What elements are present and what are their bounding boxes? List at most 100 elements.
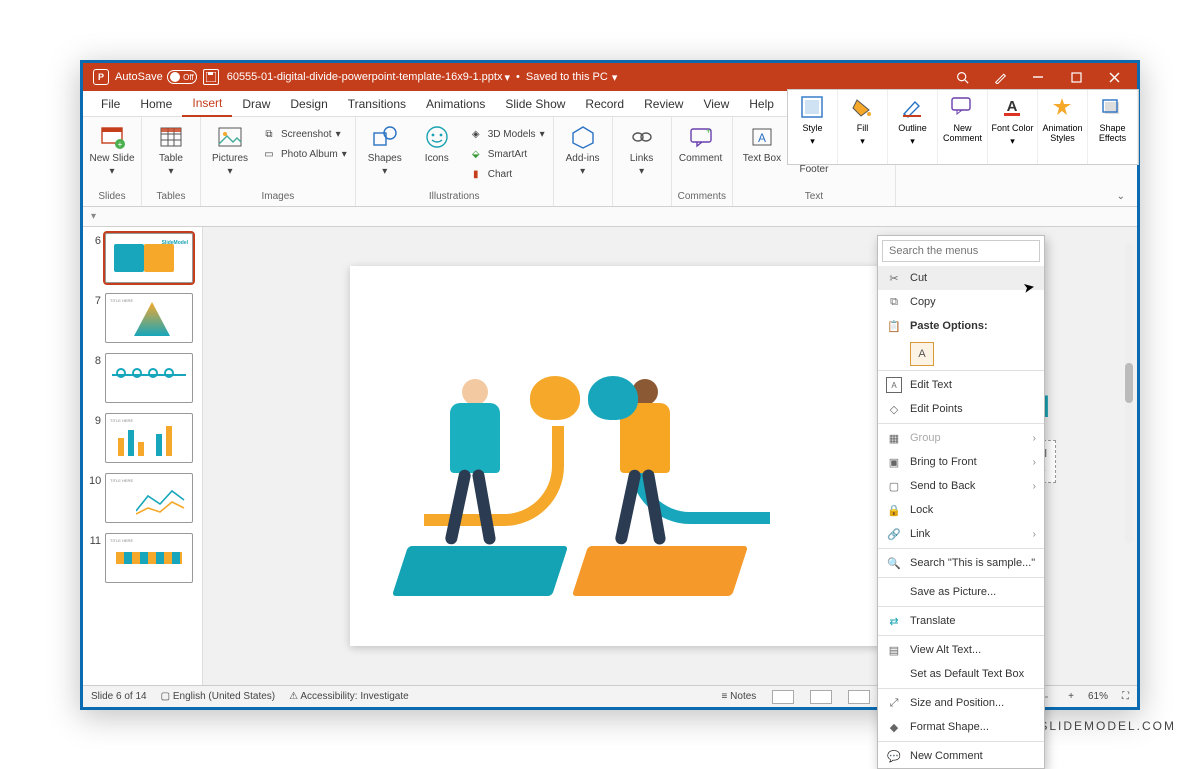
reading-view-button[interactable] — [848, 690, 870, 704]
textbox-icon: A — [748, 123, 776, 151]
menu-format-shape[interactable]: ◆Format Shape... — [878, 715, 1044, 739]
tab-home[interactable]: Home — [130, 91, 182, 117]
cut-icon: ✂ — [886, 270, 902, 286]
table-button[interactable]: Table▾ — [148, 121, 194, 189]
font-color-button[interactable]: AFont Color▾ — [988, 90, 1038, 164]
links-button[interactable]: Links▾ — [619, 121, 665, 189]
outline-icon — [901, 96, 925, 120]
menu-cut[interactable]: ✂Cut — [878, 266, 1044, 290]
animation-styles-button[interactable]: Animation Styles — [1038, 90, 1088, 164]
menu-translate[interactable]: ⇄Translate — [878, 609, 1044, 633]
notes-button[interactable]: ≡ Notes — [722, 691, 757, 702]
pen-icon[interactable] — [981, 63, 1019, 91]
cube-icon: ◈ — [468, 126, 484, 142]
menu-set-default-textbox[interactable]: Set as Default Text Box — [878, 662, 1044, 686]
mini-toolbar: Style▾ Fill▾ Outline▾ New Comment AFont … — [787, 89, 1139, 165]
tab-design[interactable]: Design — [280, 91, 337, 117]
new-comment-icon — [951, 96, 975, 120]
style-icon — [801, 96, 825, 120]
menu-group: ▦Group› — [878, 426, 1044, 450]
menu-smart-search[interactable]: 🔍Search "This is sample..." — [878, 551, 1044, 575]
icons-button[interactable]: Icons — [414, 121, 460, 189]
menu-link[interactable]: 🔗Link› — [878, 522, 1044, 546]
maximize-button[interactable] — [1057, 63, 1095, 91]
thumbnail-9[interactable]: TITLE HERE — [105, 413, 193, 463]
pictures-button[interactable]: Pictures▾ — [207, 121, 253, 189]
thumbnail-7[interactable]: TITLE HERE — [105, 293, 193, 343]
slide-count[interactable]: Slide 6 of 14 — [91, 691, 147, 702]
bring-front-icon: ▣ — [886, 454, 902, 470]
tab-draw[interactable]: Draw — [232, 91, 280, 117]
menu-size-position[interactable]: ⤢Size and Position... — [878, 691, 1044, 715]
tab-view[interactable]: View — [693, 91, 739, 117]
search-icon[interactable] — [943, 63, 981, 91]
vertical-scrollbar[interactable] — [1125, 243, 1133, 543]
menu-edit-points[interactable]: ◇Edit Points — [878, 397, 1044, 421]
tab-help[interactable]: Help — [739, 91, 784, 117]
comment-button[interactable]: + Comment — [678, 121, 724, 189]
tab-review[interactable]: Review — [634, 91, 693, 117]
screenshot-button[interactable]: ⧉Screenshot ▾ — [259, 125, 349, 143]
fill-button[interactable]: Fill▾ — [838, 90, 888, 164]
link-icon — [628, 123, 656, 151]
menu-copy[interactable]: ⧉Copy — [878, 290, 1044, 314]
thumbnail-10[interactable]: TITLE HERE — [105, 473, 193, 523]
shape-effects-button[interactable]: Shape Effects — [1088, 90, 1138, 164]
smartart-icon: ⬙ — [468, 146, 484, 162]
autosave-pill[interactable]: Off — [167, 70, 197, 84]
lock-icon: 🔒 — [886, 502, 902, 518]
language-status[interactable]: ▢ English (United States) — [161, 691, 276, 702]
style-button[interactable]: Style▾ — [788, 90, 838, 164]
tab-insert[interactable]: Insert — [182, 91, 232, 117]
new-comment-button[interactable]: New Comment — [938, 90, 988, 164]
save-icon[interactable] — [203, 69, 219, 85]
thumbnail-8[interactable] — [105, 353, 193, 403]
photo-album-button[interactable]: ▭Photo Album ▾ — [259, 145, 349, 163]
autosave-toggle[interactable]: AutoSave Off — [115, 70, 197, 84]
addins-icon — [569, 123, 597, 151]
tab-file[interactable]: File — [91, 91, 130, 117]
sorter-view-button[interactable] — [810, 690, 832, 704]
zoom-in-button[interactable]: + — [1068, 691, 1074, 702]
menu-edit-text[interactable]: AEdit Text — [878, 373, 1044, 397]
normal-view-button[interactable] — [772, 690, 794, 704]
3d-models-button[interactable]: ◈3D Models ▾ — [466, 125, 547, 143]
menu-save-as-picture[interactable]: Save as Picture... — [878, 580, 1044, 604]
group-comments-label: Comments — [678, 189, 726, 206]
chart-button[interactable]: ▮Chart — [466, 165, 547, 183]
fit-to-window-button[interactable]: ⛶ — [1122, 691, 1129, 702]
tab-slideshow[interactable]: Slide Show — [495, 91, 575, 117]
new-slide-button[interactable]: + New Slide▾ — [89, 121, 135, 189]
ribbon-sub-row: ▾ — [83, 207, 1137, 227]
text-box-button[interactable]: A Text Box — [739, 121, 785, 189]
tab-animations[interactable]: Animations — [416, 91, 495, 117]
paste-keep-text-icon[interactable]: A — [910, 342, 934, 366]
format-shape-icon: ◆ — [886, 719, 902, 735]
smartart-button[interactable]: ⬙SmartArt — [466, 145, 547, 163]
menu-lock[interactable]: 🔒Lock — [878, 498, 1044, 522]
menu-bring-to-front[interactable]: ▣Bring to Front› — [878, 450, 1044, 474]
thumbnail-11[interactable]: TITLE HERE — [105, 533, 193, 583]
addins-button[interactable]: Add-ins▾ — [560, 121, 606, 189]
menu-send-to-back[interactable]: ▢Send to Back› — [878, 474, 1044, 498]
outline-button[interactable]: Outline▾ — [888, 90, 938, 164]
minimize-button[interactable] — [1019, 63, 1057, 91]
accessibility-status[interactable]: ⚠ Accessibility: Investigate — [289, 691, 409, 702]
slide-thumbnail-pane[interactable]: 6SlideModel 7TITLE HERE 8 9TITLE HERE 10… — [83, 227, 203, 685]
pictures-icon — [216, 123, 244, 151]
shapes-button[interactable]: Shapes▾ — [362, 121, 408, 189]
context-menu: ✂Cut ⧉Copy 📋Paste Options: A AEdit Text … — [877, 235, 1045, 769]
tab-transitions[interactable]: Transitions — [338, 91, 416, 117]
document-filename: 60555-01-digital-divide-powerpoint-templ… — [227, 71, 503, 83]
menu-view-alt-text[interactable]: ▤View Alt Text... — [878, 638, 1044, 662]
tab-record[interactable]: Record — [575, 91, 634, 117]
ribbon-collapse-icon[interactable]: ⌄ — [1117, 191, 1125, 202]
menu-new-comment[interactable]: 💬New Comment — [878, 744, 1044, 768]
thumbnail-6[interactable]: SlideModel — [105, 233, 193, 283]
edit-text-icon: A — [886, 377, 902, 393]
close-button[interactable] — [1095, 63, 1133, 91]
table-icon — [157, 123, 185, 151]
zoom-level[interactable]: 61% — [1088, 691, 1108, 702]
menu-search-input[interactable] — [882, 240, 1040, 262]
scrollbar-thumb[interactable] — [1125, 363, 1133, 403]
